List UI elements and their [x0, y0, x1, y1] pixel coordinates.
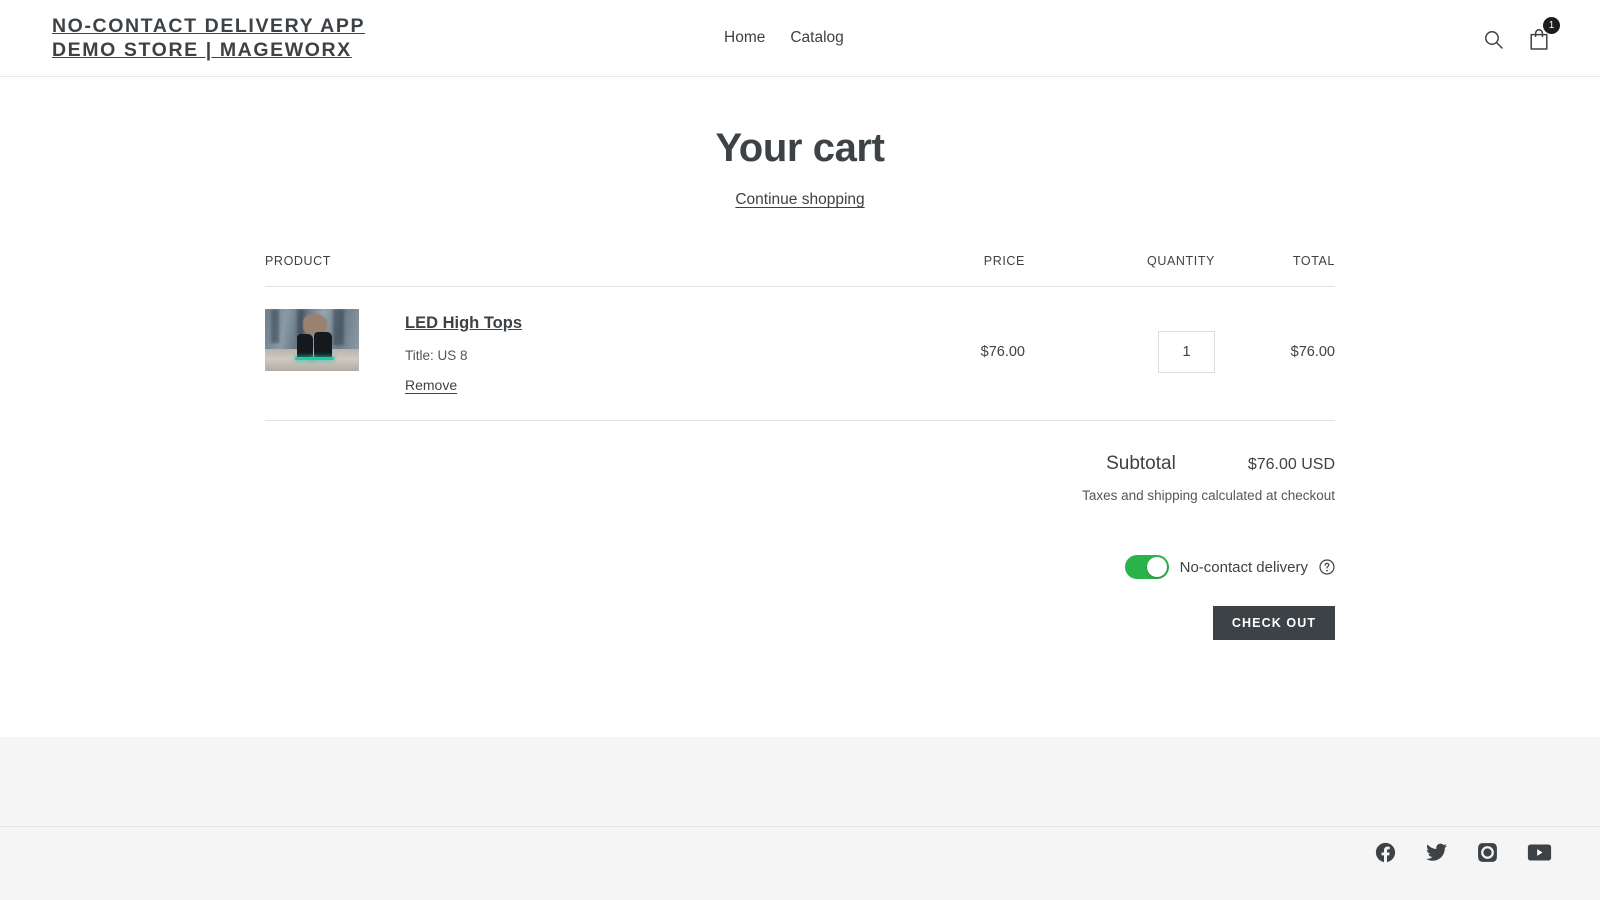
quantity-input[interactable] [1158, 331, 1215, 373]
cart-table: PRODUCT PRICE QUANTITY TOTAL [265, 209, 1335, 640]
thumbnail-hand [303, 314, 327, 334]
page-title: Your cart [0, 77, 1600, 171]
subtotal-row: Subtotal $76.00 USD [265, 453, 1335, 475]
instagram-icon[interactable] [1476, 841, 1499, 864]
cart-button[interactable]: 1 [1526, 25, 1552, 53]
site-header: NO-CONTACT DELIVERY APP DEMO STORE | MAG… [0, 0, 1600, 77]
footer-divider [0, 826, 1600, 827]
subtotal-value: $76.00 USD [1248, 456, 1335, 474]
continue-shopping-link[interactable]: Continue shopping [735, 191, 864, 208]
toggle-knob [1147, 557, 1167, 577]
thumbnail-shoe-left [297, 334, 313, 359]
remove-item-link[interactable]: Remove [405, 377, 457, 393]
no-contact-delivery-label: No-contact delivery [1180, 559, 1308, 576]
thumbnail-led-sole-right [312, 357, 334, 360]
column-header-quantity: QUANTITY [1025, 254, 1215, 268]
continue-shopping-wrapper: Continue shopping [0, 191, 1600, 209]
question-circle-icon[interactable] [1319, 559, 1335, 575]
cart-item-price: $76.00 [850, 344, 1025, 360]
column-header-price: PRICE [850, 254, 1025, 268]
main-navigation: Home Catalog [724, 28, 844, 48]
tax-shipping-note: Taxes and shipping calculated at checkou… [265, 488, 1335, 503]
cart-table-header: PRODUCT PRICE QUANTITY TOTAL [265, 254, 1335, 287]
checkout-button[interactable]: Check out [1213, 606, 1335, 640]
cart-page: Your cart Continue shopping PRODUCT PRIC… [0, 77, 1600, 737]
header-icon-group: 1 [1480, 25, 1552, 53]
thumbnail-building-right [333, 309, 344, 345]
cart-item-details: LED High Tops Title: US 8 Remove [405, 309, 522, 395]
store-logo[interactable]: NO-CONTACT DELIVERY APP DEMO STORE | MAG… [52, 14, 365, 62]
subtotal-label: Subtotal [1106, 453, 1176, 475]
store-name-line-1: NO-CONTACT DELIVERY APP [52, 14, 365, 38]
social-links [1374, 841, 1552, 864]
cart-item-product-cell: LED High Tops Title: US 8 Remove [265, 309, 850, 395]
no-contact-delivery-toggle[interactable] [1125, 555, 1169, 579]
store-name-line-2: DEMO STORE | MAGEWORX [52, 38, 365, 62]
twitter-icon[interactable] [1425, 841, 1448, 864]
search-icon[interactable] [1480, 25, 1506, 53]
column-header-total: TOTAL [1215, 254, 1335, 268]
product-title-link[interactable]: LED High Tops [405, 314, 522, 332]
cart-item-quantity-cell [1025, 331, 1215, 373]
thumbnail-building-left [271, 309, 279, 343]
facebook-icon[interactable] [1374, 841, 1397, 864]
cart-item-line-total: $76.00 [1215, 344, 1335, 360]
cart-line-item: LED High Tops Title: US 8 Remove $76.00 … [265, 287, 1335, 421]
thumbnail-shoe-right [314, 332, 332, 359]
checkout-row: Check out [265, 606, 1335, 640]
product-thumbnail[interactable] [265, 309, 359, 371]
youtube-icon[interactable] [1527, 841, 1552, 864]
site-footer [0, 737, 1600, 900]
cart-totals: Subtotal $76.00 USD Taxes and shipping c… [265, 453, 1335, 640]
no-contact-delivery-row: No-contact delivery [265, 555, 1335, 579]
nav-item-catalog[interactable]: Catalog [790, 28, 843, 48]
cart-item-count-badge: 1 [1543, 17, 1560, 34]
nav-item-home[interactable]: Home [724, 28, 765, 48]
product-variant: Title: US 8 [405, 347, 522, 365]
column-header-product: PRODUCT [265, 254, 850, 268]
